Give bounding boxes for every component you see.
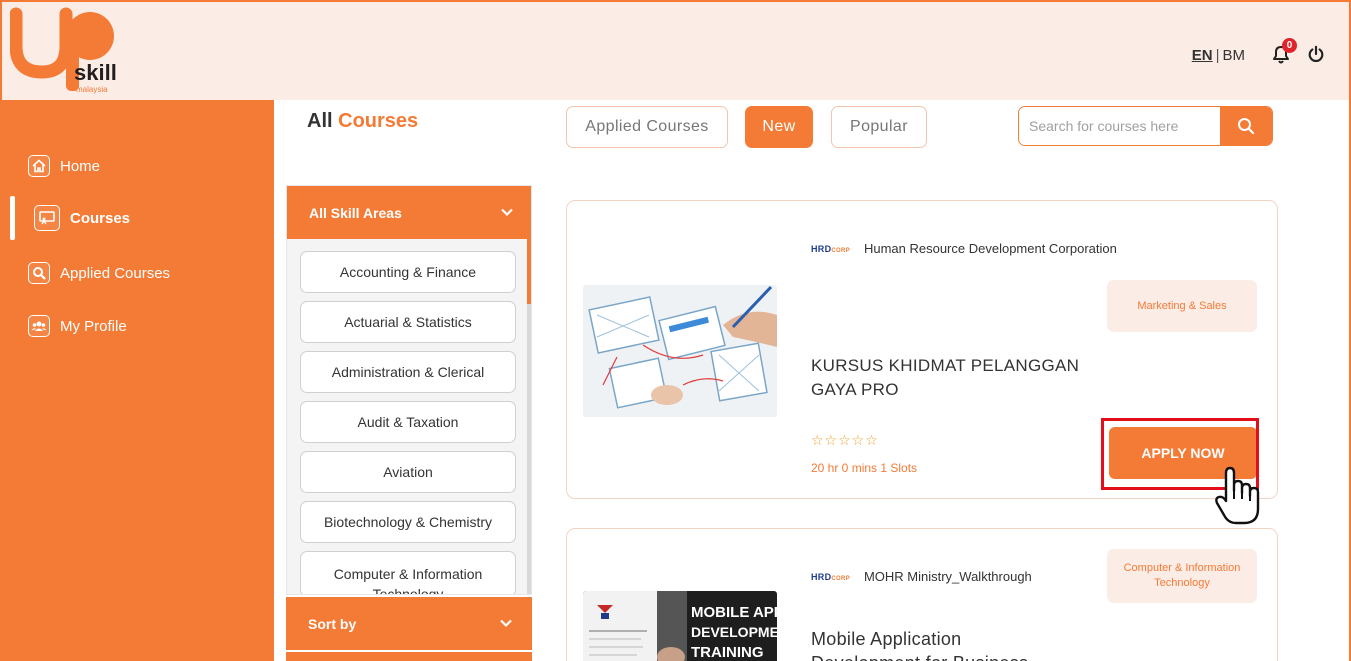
course-thumbnail[interactable] (583, 285, 777, 417)
tab-applied-courses[interactable]: Applied Courses (566, 106, 728, 148)
chevron-down-icon (500, 619, 512, 628)
course-title-line: KURSUS KHIDMAT PELANGGAN (811, 356, 1080, 375)
skill-area-filter: All Skill Areas Accounting & Finance Act… (286, 185, 532, 595)
thumbnail-text: TRAINING (691, 644, 764, 661)
provider-name: MOHR Ministry_Walkthrough (863, 569, 1032, 584)
course-title[interactable]: Mobile Application Development for Busin… (811, 627, 1028, 661)
logo-text: skill (74, 60, 117, 85)
skill-option-accounting[interactable]: Accounting & Finance (300, 251, 516, 293)
search-button[interactable] (1220, 107, 1272, 145)
provider-name: Human Resource Development Corporation (863, 241, 1117, 256)
sidebar-item-my-profile[interactable]: My Profile (28, 313, 127, 339)
app-frame: skill malaysia EN | BM 0 Home Courses Ap… (0, 0, 1351, 661)
course-thumbnail[interactable]: MOBILE APPS DEVELOPMENT TRAINING (583, 591, 777, 661)
provider-logo: HRDCORP (811, 243, 850, 254)
skill-area-heading: All Skill Areas (309, 204, 402, 221)
power-icon[interactable] (1307, 45, 1325, 63)
course-title-line: Mobile Application (811, 629, 962, 649)
hand-pointer-icon (1215, 466, 1260, 525)
sidebar: Home Courses Applied Courses My Profile (2, 100, 274, 661)
search-icon (1238, 118, 1255, 135)
courses-icon (34, 205, 60, 231)
page-title-prefix: All (307, 110, 333, 132)
course-title-line: Development for Business (811, 651, 1028, 661)
skill-option-aviation[interactable]: Aviation (300, 451, 516, 493)
active-indicator (10, 196, 15, 240)
page-title: All Courses (307, 110, 418, 133)
notification-badge: 0 (1282, 38, 1297, 53)
skill-area-dropdown[interactable]: All Skill Areas (287, 186, 531, 239)
sidebar-item-label: Home (60, 157, 101, 175)
skill-option-administration[interactable]: Administration & Clerical (300, 351, 516, 393)
category-badge: Computer & Information Technology (1107, 549, 1257, 603)
users-icon (28, 315, 50, 337)
lang-separator: | (1215, 47, 1220, 64)
skill-option-biotechnology[interactable]: Biotechnology & Chemistry (300, 501, 516, 543)
provider-logo: HRDCORP (811, 571, 850, 582)
skill-area-list: Accounting & Finance Actuarial & Statist… (287, 239, 529, 594)
logo-subtext: malaysia (76, 85, 108, 94)
course-provider: HRDCORP Human Resource Development Corpo… (811, 241, 1117, 256)
search-icon (28, 262, 50, 284)
home-icon (28, 155, 50, 177)
thumbnail-text: MOBILE APPS (691, 604, 777, 621)
skill-option-computer-it[interactable]: Computer & Information Technology (300, 551, 516, 594)
chevron-down-icon (501, 208, 513, 217)
course-title[interactable]: KURSUS KHIDMAT PELANGGAN GAYA PRO (811, 354, 1079, 402)
lang-en-link[interactable]: EN (1192, 47, 1213, 64)
course-duration-slots: 20 hr 0 mins 1 Slots (811, 461, 918, 475)
lang-bm-link[interactable]: BM (1223, 47, 1246, 64)
upskill-logo[interactable]: skill malaysia (10, 6, 120, 96)
skill-option-audit[interactable]: Audit & Taxation (300, 401, 516, 443)
language-switcher: EN | BM (1192, 47, 1245, 64)
course-card[interactable]: MOBILE APPS DEVELOPMENT TRAINING HRDCORP… (566, 528, 1278, 661)
sidebar-item-applied-courses[interactable]: Applied Courses (28, 260, 170, 286)
tab-popular[interactable]: Popular (831, 106, 927, 148)
star-rating: ☆☆☆☆☆ (811, 432, 879, 448)
category-badge: Marketing & Sales (1107, 280, 1257, 332)
sidebar-item-label: Courses (70, 209, 131, 227)
sort-by-dropdown[interactable]: Sort by (286, 597, 532, 650)
sidebar-item-courses[interactable]: Courses (34, 205, 130, 231)
sidebar-item-label: My Profile (60, 317, 127, 335)
top-header: skill malaysia EN | BM 0 (2, 2, 1349, 100)
page-title-accent: Courses (338, 110, 419, 132)
filter-scroll-thumb[interactable] (527, 239, 531, 304)
skill-option-actuarial[interactable]: Actuarial & Statistics (300, 301, 516, 343)
tab-new[interactable]: New (745, 106, 813, 148)
sidebar-item-home[interactable]: Home (28, 153, 100, 179)
course-title-line: GAYA PRO (811, 380, 899, 399)
sidebar-item-label: Applied Courses (60, 264, 171, 282)
next-filter-section[interactable] (286, 652, 532, 661)
search-input[interactable] (1019, 107, 1220, 145)
course-search (1018, 106, 1273, 146)
sort-by-label: Sort by (308, 615, 357, 632)
thumbnail-text: DEVELOPMENT (691, 624, 777, 640)
course-provider: HRDCORP MOHR Ministry_Walkthrough (811, 569, 1032, 584)
